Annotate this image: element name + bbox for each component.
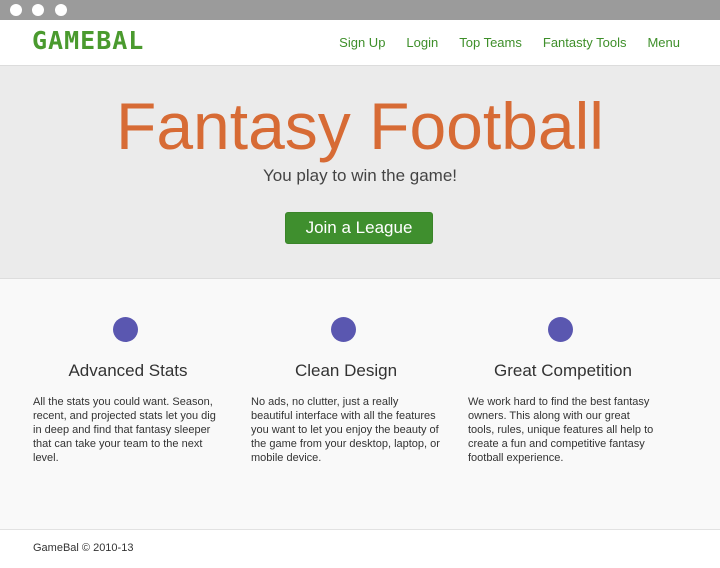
window-titlebar	[0, 0, 720, 20]
feature-title: Clean Design	[294, 361, 398, 380]
feature-description: No ads, no clutter, just a really beauti…	[251, 396, 440, 464]
brand-logo[interactable]: GAMEBAL	[32, 27, 144, 55]
features-section: Advanced Stats All the stats you could w…	[0, 279, 720, 530]
hero-title: Fantasy Football	[116, 89, 604, 163]
window-close-button[interactable]	[10, 4, 22, 16]
footer-copyright: GameBal © 2010-13	[33, 542, 134, 554]
feature-description: All the stats you could want. Season, re…	[33, 396, 216, 464]
design-icon	[331, 317, 356, 342]
join-league-button[interactable]: Join a League	[285, 212, 433, 244]
feature-title: Great Competition	[494, 361, 632, 380]
hero-section: Fantasy Football You play to win the gam…	[0, 66, 720, 279]
page-footer: GameBal © 2010-13	[0, 530, 720, 568]
feature-description: We work hard to find the best fantasy ow…	[468, 396, 654, 464]
nav-sign-up-link[interactable]: Sign Up	[339, 35, 385, 50]
nav-fantasy-tools-link[interactable]: Fantasty Tools	[543, 35, 627, 50]
window-minimize-button[interactable]	[32, 4, 44, 16]
nav-menu-link[interactable]: Menu	[647, 35, 680, 50]
hero-subtitle: You play to win the game!	[262, 166, 458, 185]
nav-links: Sign Up Login Top Teams Fantasty Tools M…	[318, 20, 680, 64]
window-zoom-button[interactable]	[55, 4, 67, 16]
competition-icon	[548, 317, 573, 342]
stats-icon	[113, 317, 138, 342]
feature-title: Advanced Stats	[68, 361, 188, 380]
top-navbar: GAMEBAL Sign Up Login Top Teams Fantasty…	[0, 20, 720, 66]
nav-login-link[interactable]: Login	[406, 35, 438, 50]
nav-top-teams-link[interactable]: Top Teams	[459, 35, 522, 50]
